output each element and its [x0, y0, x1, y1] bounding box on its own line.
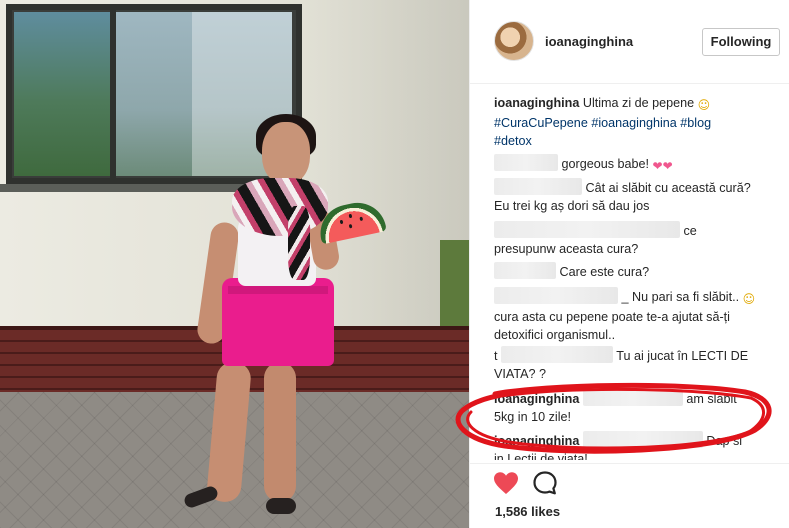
blurred-mention	[582, 389, 683, 406]
post-header: ioanaginghina Following	[470, 0, 789, 84]
post-photo[interactable]	[0, 0, 469, 528]
following-button[interactable]: Following	[702, 28, 780, 56]
comment-text: _ Nu pari sa fi slăbit..	[621, 290, 740, 304]
blurred-username	[501, 346, 613, 363]
comment: _ Nu pari sa fi slăbit.. ☺ cura asta cu …	[494, 287, 784, 344]
post-actions: 1,586 likes	[470, 463, 789, 527]
blurred-username	[494, 221, 680, 238]
comment-text: detoxifici organismul..	[494, 328, 616, 342]
header-username[interactable]: ioanaginghina	[545, 34, 633, 49]
post-side-panel: ioanaginghina Following ioanaginghina Ul…	[469, 0, 789, 528]
comment: t Tu ai jucat în LECTI DE VIATA? ?	[494, 346, 784, 383]
comment-text: in Lectii de viata!	[494, 452, 588, 460]
comment-text: ce	[683, 224, 697, 238]
likes-count[interactable]: 1,586 likes	[495, 504, 560, 519]
comments-list[interactable]: ioanaginghina Ultima zi de pepene ☺ #Cur…	[494, 94, 784, 460]
comment-text: Tu ai jucat în LECTI DE	[616, 349, 749, 363]
comment-text: am slabit	[686, 392, 737, 406]
comment-text: VIATA? ?	[494, 367, 547, 381]
heart-icon[interactable]	[493, 471, 519, 495]
hashtag-link[interactable]: #blog	[680, 116, 711, 130]
photo-person	[0, 0, 469, 528]
hashtag-link[interactable]: #ioanaginghina	[591, 116, 676, 130]
comment-text: 5kg in 10 zile!	[494, 410, 572, 424]
blurred-username	[494, 287, 618, 304]
comment: ioanaginghina Dap si in Lectii de viata!	[494, 431, 784, 460]
comment: Care este cura?	[494, 262, 784, 281]
reply-username[interactable]: ioanaginghina	[494, 392, 579, 406]
comment-text: cura asta cu pepene poate te-a ajutat să…	[494, 310, 730, 324]
blurred-username	[494, 262, 556, 279]
comment-text: presupunw aceasta cura?	[494, 242, 639, 256]
comment-text: gorgeous babe!	[561, 157, 650, 171]
comment-text: Eu trei kg aș dori să dau jos	[494, 199, 650, 213]
comment-icon[interactable]	[532, 470, 558, 496]
caption: ioanaginghina Ultima zi de pepene ☺ #Cur…	[494, 94, 784, 150]
hashtag-link[interactable]: #CuraCuPepene	[494, 116, 588, 130]
comment-text: Dap si	[706, 434, 743, 448]
thinking-emoji-icon: ☺	[742, 292, 756, 306]
smile-emoji-icon: ☺	[697, 98, 711, 112]
avatar[interactable]	[494, 21, 534, 61]
hearts-emoji-icon: ❤❤	[652, 159, 673, 173]
comment: Cât ai slăbit cu această cură? Eu trei k…	[494, 178, 784, 215]
caption-text: Ultima zi de pepene	[582, 96, 695, 110]
comment-text: Cât ai slăbit cu această cură?	[585, 181, 751, 195]
blurred-username	[494, 154, 558, 171]
highlighted-reply: ioanaginghina am slabit 5kg in 10 zile!	[494, 389, 784, 426]
reply-username[interactable]: ioanaginghina	[494, 434, 579, 448]
hashtag-link[interactable]: #detox	[494, 134, 532, 148]
caption-username[interactable]: ioanaginghina	[494, 96, 579, 110]
comment-text: Care este cura?	[559, 265, 650, 279]
blurred-username	[494, 178, 582, 195]
comment: ce presupunw aceasta cura?	[494, 221, 784, 258]
scarf	[232, 178, 328, 236]
blurred-mention	[582, 431, 703, 448]
comment: gorgeous babe! ❤❤	[494, 154, 784, 175]
comment-text: t	[494, 349, 498, 363]
